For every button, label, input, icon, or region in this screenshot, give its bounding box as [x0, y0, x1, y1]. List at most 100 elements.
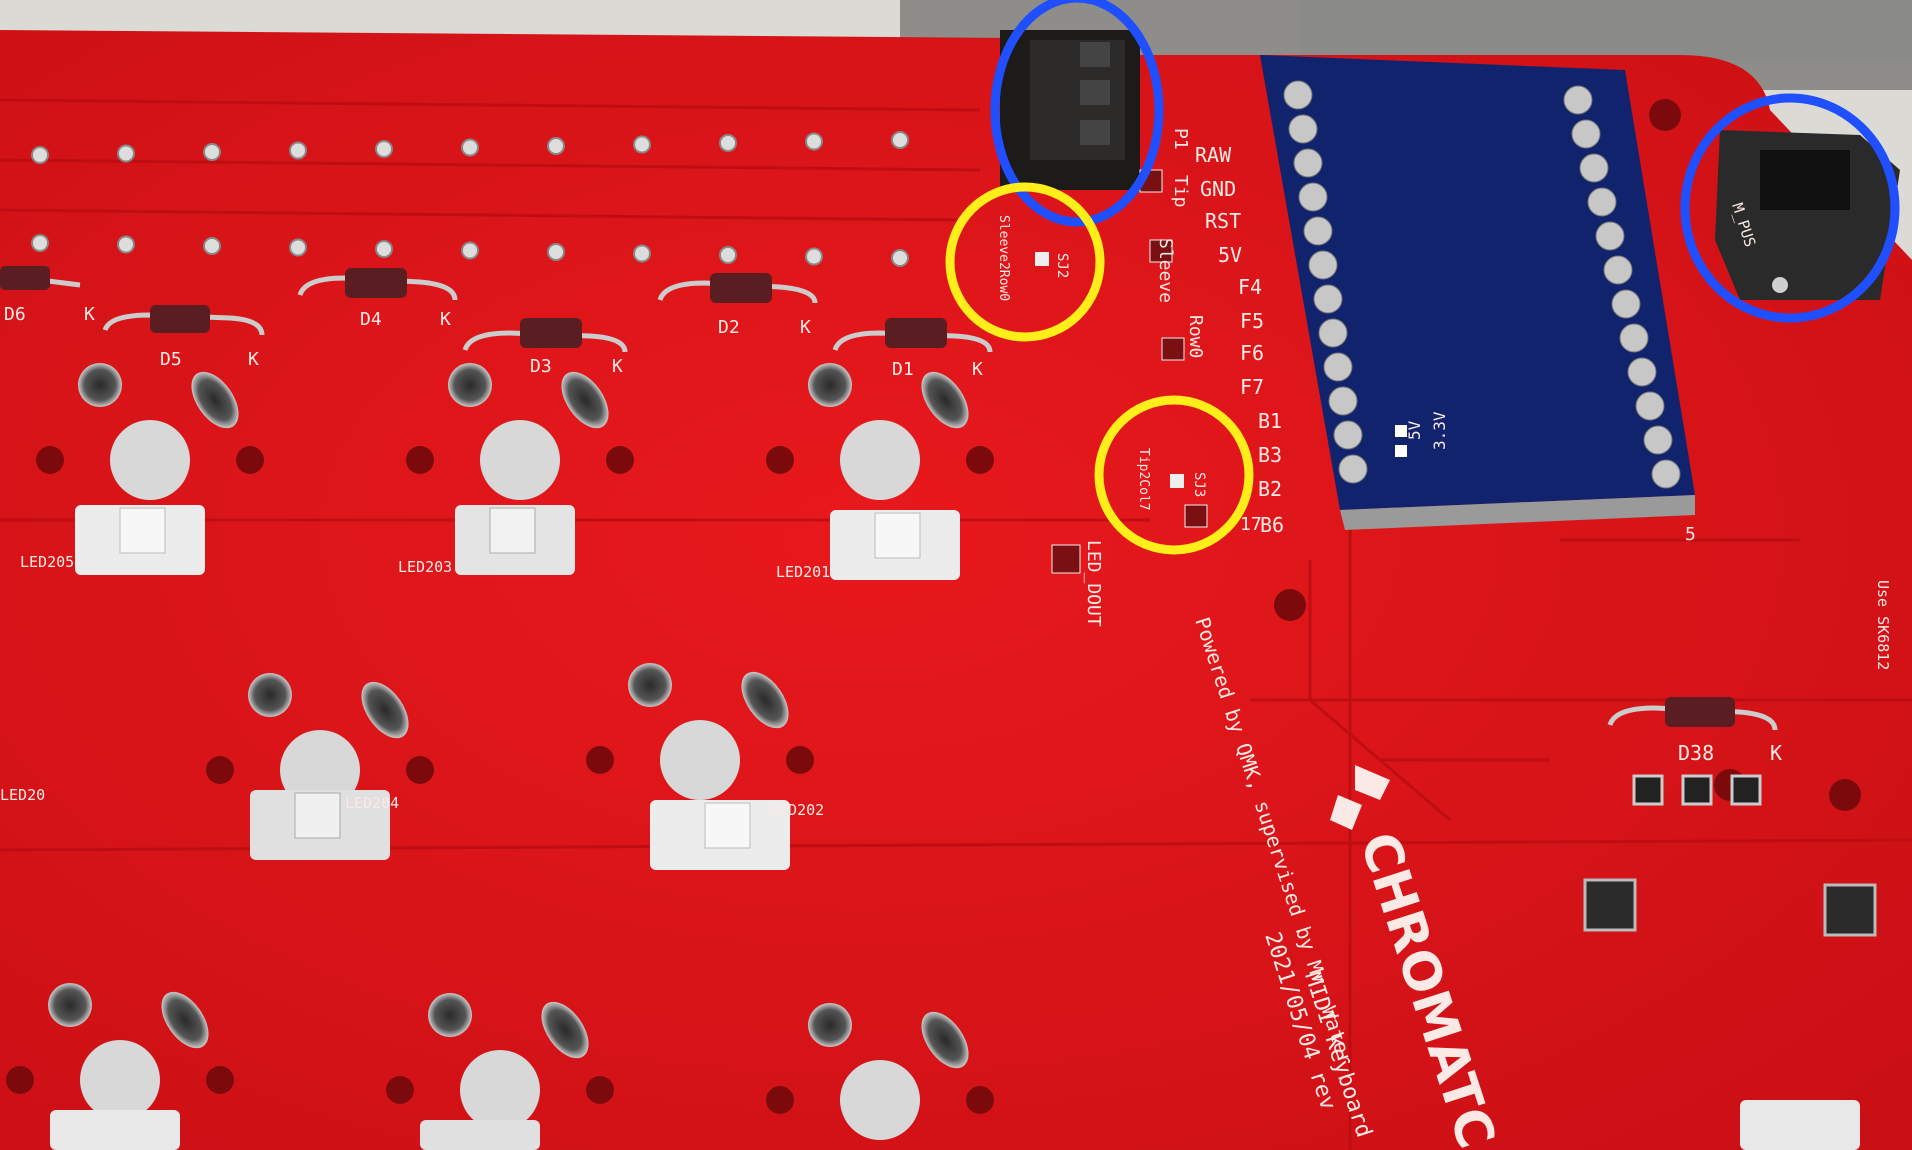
module-pin [1308, 250, 1338, 280]
via-hole [289, 238, 307, 257]
module-pin [1563, 85, 1593, 115]
svg-text:LED204: LED204 [345, 794, 399, 812]
mount-hole [966, 1086, 994, 1114]
svg-text:K: K [84, 304, 95, 325]
switch-center-hole [840, 420, 920, 500]
switch-center-hole [80, 1040, 160, 1120]
svg-text:K: K [800, 317, 811, 338]
via-hole [891, 249, 909, 267]
svg-text:LED202: LED202 [770, 801, 824, 819]
switch-center-hole [460, 1050, 540, 1130]
mount-hole [766, 1086, 794, 1114]
module-pin [1338, 454, 1368, 484]
svg-text:D4: D4 [360, 309, 382, 330]
via-hole [719, 134, 737, 152]
svg-text:B3: B3 [1258, 443, 1282, 467]
led-20: LED20 [0, 786, 45, 804]
svg-text:D6: D6 [4, 304, 26, 325]
header-pad [1681, 774, 1713, 806]
mount-hole [206, 1066, 234, 1094]
switch-pin-hole [628, 663, 672, 707]
svg-text:Row0: Row0 [1185, 315, 1206, 358]
svg-text:D5: D5 [160, 349, 182, 370]
module-pin [1579, 153, 1609, 183]
via-hole [375, 240, 393, 258]
mount-hole [406, 756, 434, 784]
mount-hole [1274, 589, 1306, 621]
switch-pin-hole [428, 993, 472, 1037]
via-hole [31, 146, 49, 164]
svg-text:Use SK6812: Use SK6812 [1874, 580, 1892, 670]
mount-hole [206, 756, 234, 784]
svg-text:LED201: LED201 [776, 563, 830, 581]
switch-pad [1583, 878, 1637, 932]
svg-text:F6: F6 [1240, 341, 1264, 365]
svg-text:LED_DOUT: LED_DOUT [1083, 540, 1104, 627]
svg-text:K: K [440, 309, 451, 330]
svg-text:GND: GND [1200, 177, 1236, 201]
via-hole [547, 137, 565, 155]
svg-text:Tip2Col7: Tip2Col7 [1136, 448, 1151, 511]
mount-hole [1829, 779, 1861, 811]
module-pin [1323, 352, 1353, 382]
svg-text:17: 17 [1240, 514, 1262, 535]
module-pin [1298, 182, 1328, 212]
mount-hole [586, 746, 614, 774]
module-pin [1603, 255, 1633, 285]
svg-text:F7: F7 [1240, 375, 1264, 399]
pcb-photo: D6 K D5 K D4 K D3 K D2 K D1 K D38 K LED2… [0, 0, 1912, 1150]
module-pin [1328, 386, 1358, 416]
module-pin [1643, 425, 1673, 455]
svg-text:F4: F4 [1238, 275, 1262, 299]
switch-pin-hole [808, 1003, 852, 1047]
mount-hole [786, 746, 814, 774]
svg-text:D1: D1 [892, 359, 914, 380]
svg-text:B2: B2 [1258, 477, 1282, 501]
svg-text:SJ2: SJ2 [1054, 253, 1070, 278]
switch-pin-hole [78, 363, 122, 407]
switch-pin-hole [448, 363, 492, 407]
module-pin [1318, 318, 1348, 348]
svg-text:D2: D2 [718, 317, 740, 338]
svg-text:SJ3: SJ3 [1191, 472, 1207, 497]
svg-text:Tip: Tip [1170, 175, 1191, 208]
via-hole [203, 237, 221, 255]
svg-text:K: K [612, 356, 623, 377]
via-hole [891, 131, 909, 149]
led-204: LED204 [250, 790, 399, 860]
module-pin [1611, 289, 1641, 319]
mount-hole [36, 446, 64, 474]
switch-pin-hole [48, 983, 92, 1027]
svg-text:Sleeve: Sleeve [1155, 238, 1176, 303]
svg-text:5V: 5V [1405, 420, 1424, 440]
switch-pin-hole [248, 673, 292, 717]
via-hole [203, 143, 221, 161]
svg-text:Sleeve2Row0: Sleeve2Row0 [996, 215, 1011, 301]
svg-text:RAW: RAW [1195, 143, 1232, 167]
via-hole [805, 247, 823, 266]
svg-text:B6: B6 [1260, 513, 1284, 537]
svg-text:5: 5 [1685, 524, 1696, 545]
module-pin [1313, 284, 1343, 314]
svg-text:3.3V: 3.3V [1430, 411, 1449, 450]
module-pin [1619, 323, 1649, 353]
module-pin [1635, 391, 1665, 421]
via-hole [117, 235, 135, 254]
module-pin [1333, 420, 1363, 450]
via-hole [633, 135, 651, 154]
mount-hole [236, 446, 264, 474]
module-pin [1303, 216, 1333, 246]
mount-hole [6, 1066, 34, 1094]
svg-text:LED205: LED205 [20, 553, 74, 571]
mount-hole [1649, 99, 1681, 131]
switch-center-hole [110, 420, 190, 500]
module-pin [1595, 221, 1625, 251]
module-pin [1283, 80, 1313, 110]
svg-text:P1: P1 [1170, 128, 1191, 150]
switch-pin-hole [808, 363, 852, 407]
via-hole [805, 132, 823, 151]
header-pad [1632, 774, 1664, 806]
via-hole [461, 138, 479, 157]
via-hole [633, 244, 651, 263]
module-pin [1293, 148, 1323, 178]
